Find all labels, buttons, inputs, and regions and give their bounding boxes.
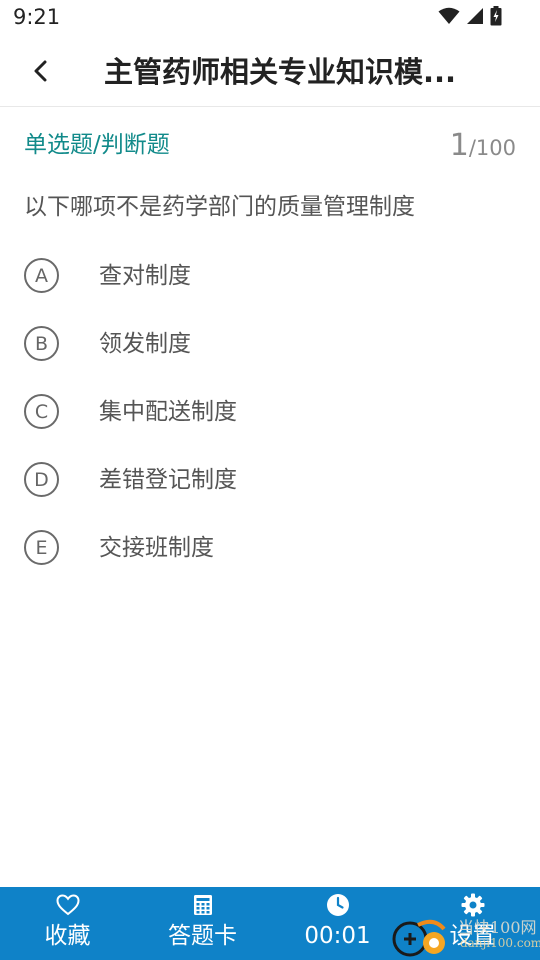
option-a[interactable]: A 查对制度 <box>0 252 540 320</box>
page-title: 主管药师相关专业知识模... <box>104 55 457 89</box>
option-text: 查对制度 <box>99 263 191 289</box>
option-text: 领发制度 <box>99 331 191 357</box>
question-text: 以下哪项不是药学部门的质量管理制度 <box>24 194 415 220</box>
option-d[interactable]: D 差错登记制度 <box>0 456 540 524</box>
option-letter-circle: A <box>24 258 59 293</box>
option-e[interactable]: E 交接班制度 <box>0 524 540 592</box>
timer-value: 00:01 <box>304 923 371 949</box>
option-text: 交接班制度 <box>99 535 214 561</box>
status-time: 9:21 <box>13 5 61 29</box>
timer: 00:01 <box>270 887 405 960</box>
option-b[interactable]: B 领发制度 <box>0 320 540 388</box>
clock-icon <box>326 893 350 917</box>
options-list: A 查对制度 B 领发制度 C 集中配送制度 D 差错登记制度 E 交接班制度 <box>0 252 540 592</box>
option-letter-circle: B <box>24 326 59 361</box>
chevron-left-icon <box>31 60 51 86</box>
watermark-url: danji100.com <box>460 936 540 950</box>
option-text: 差错登记制度 <box>99 467 237 493</box>
status-bar: 9:21 <box>0 0 540 38</box>
watermark: 当快100网 danji100.com <box>388 914 540 960</box>
question-total: /100 <box>468 136 516 160</box>
option-letter-circle: E <box>24 530 59 565</box>
option-letter-circle: D <box>24 462 59 497</box>
question-current: 1 <box>449 128 469 163</box>
screen: 9:21 主管药师相关专业知识模... 单选题/判断题 1/100 以下哪项不是… <box>0 0 540 960</box>
wifi-icon <box>438 7 460 29</box>
watermark-logo-icon <box>390 917 454 960</box>
status-icons <box>438 6 502 30</box>
answer-card-button[interactable]: 答题卡 <box>135 887 270 960</box>
favorite-label: 收藏 <box>44 923 91 949</box>
answer-card-label: 答题卡 <box>168 923 237 949</box>
option-text: 集中配送制度 <box>99 399 237 425</box>
grid-icon <box>191 893 215 917</box>
back-button[interactable] <box>22 54 60 92</box>
heart-icon <box>55 893 80 917</box>
signal-icon <box>466 7 484 29</box>
watermark-text: 当快100网 <box>458 918 537 937</box>
favorite-button[interactable]: 收藏 <box>0 887 135 960</box>
app-header: 主管药师相关专业知识模... <box>0 38 540 107</box>
option-letter-circle: C <box>24 394 59 429</box>
option-c[interactable]: C 集中配送制度 <box>0 388 540 456</box>
battery-icon <box>490 6 502 30</box>
question-type: 单选题/判断题 <box>24 132 170 158</box>
question-counter: 1/100 <box>450 126 516 170</box>
